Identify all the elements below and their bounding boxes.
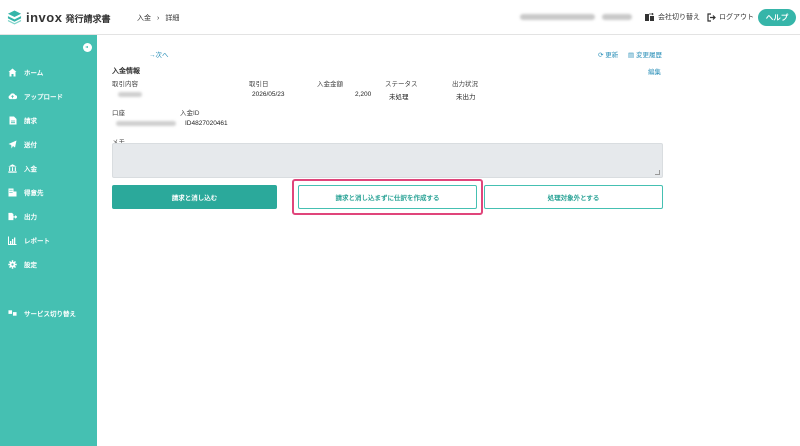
- sidebar-item-settings[interactable]: 設定: [8, 258, 37, 270]
- sidebar-item-label: ホーム: [24, 70, 44, 77]
- building-icon: [8, 188, 17, 197]
- bank-icon: [8, 163, 17, 173]
- next-link[interactable]: →次へ: [149, 49, 169, 59]
- logout-label: ログアウト: [719, 14, 754, 21]
- top-header: invox 発行請求書 入金 › 詳細 会社切り替え ログアウト ヘルプ: [0, 0, 800, 35]
- document-icon: [8, 116, 17, 125]
- highlight-box: [292, 179, 483, 215]
- logout-icon: [707, 12, 716, 22]
- cloud-upload-icon: [8, 92, 17, 101]
- sidebar-item-switch-service[interactable]: サービス切り替え: [8, 307, 76, 319]
- sidebar-item-label: 送付: [24, 142, 37, 149]
- change-history-link[interactable]: ▤ 変更履歴: [628, 49, 662, 59]
- sidebar-item-label: 設定: [24, 262, 37, 269]
- refresh-link[interactable]: ⟳ 更新: [598, 49, 618, 59]
- company-name-redacted: [520, 14, 595, 20]
- sidebar-item-output[interactable]: 出力: [8, 210, 37, 222]
- breadcrumb-detail: 詳細: [165, 15, 180, 22]
- logo[interactable]: invox 発行請求書: [7, 9, 110, 25]
- history-label: 変更履歴: [635, 52, 662, 59]
- chevron-right-icon: ›: [157, 14, 160, 22]
- refresh-icon: ⟳: [598, 52, 604, 59]
- account-value-redacted: [116, 121, 176, 126]
- main-content: [97, 35, 800, 446]
- sidebar: ホーム アップロード 請求 送付 入金 得意先 出力 レポート 設定 サービス切…: [0, 35, 97, 446]
- breadcrumb: 入金 › 詳細: [137, 13, 179, 23]
- switch-icon: [8, 309, 17, 318]
- section-title: 入金情報: [112, 68, 140, 75]
- transaction-content-label: 取引内容: [112, 81, 138, 88]
- output-status-label: 出力状況: [452, 81, 478, 88]
- gear-icon: [8, 259, 17, 269]
- sidebar-item-label: 得意先: [24, 190, 44, 197]
- history-document-icon: ▤: [628, 52, 635, 59]
- user-name-redacted: [602, 14, 632, 20]
- memo-textarea[interactable]: [112, 143, 663, 178]
- sidebar-item-label: サービス切り替え: [24, 311, 76, 318]
- transaction-content-redacted: [118, 92, 142, 97]
- amount-label: 入金金額: [317, 81, 343, 88]
- sidebar-item-label: 出力: [24, 214, 37, 221]
- transaction-date-label: 取引日: [249, 81, 269, 88]
- sidebar-item-payment[interactable]: 入金: [8, 162, 37, 174]
- switch-company-link[interactable]: 会社切り替え: [645, 12, 700, 22]
- export-icon: [8, 212, 17, 221]
- switch-company-label: 会社切り替え: [658, 14, 700, 21]
- help-button[interactable]: ヘルプ: [758, 9, 796, 26]
- collapse-sidebar-icon[interactable]: [83, 43, 92, 52]
- switch-company-icon: [645, 12, 654, 21]
- sidebar-item-home[interactable]: ホーム: [8, 66, 43, 78]
- payment-id-label: 入金ID: [180, 110, 200, 117]
- status-label: ステータス: [385, 81, 418, 88]
- sidebar-item-label: アップロード: [24, 94, 63, 101]
- account-label: 口座: [112, 110, 125, 117]
- reconcile-with-invoice-button[interactable]: 請求と消し込む: [112, 185, 277, 209]
- breadcrumb-payment[interactable]: 入金: [137, 13, 151, 23]
- sidebar-item-invoice[interactable]: 請求: [8, 114, 37, 126]
- amount-value: 2,200: [355, 91, 372, 98]
- logo-mark-icon: [7, 10, 22, 25]
- chart-icon: [8, 236, 17, 245]
- sidebar-item-customers[interactable]: 得意先: [8, 186, 44, 198]
- sidebar-item-report[interactable]: レポート: [8, 234, 50, 246]
- exclude-from-processing-button[interactable]: 処理対象外とする: [484, 185, 663, 209]
- send-icon: [8, 140, 17, 149]
- sidebar-item-upload[interactable]: アップロード: [8, 90, 63, 102]
- home-icon: [8, 68, 17, 77]
- logout-link[interactable]: ログアウト: [707, 12, 754, 22]
- output-status-value: 未出力: [456, 94, 476, 101]
- payment-id-value: ID4827020461: [185, 120, 228, 127]
- refresh-label: 更新: [605, 52, 619, 59]
- edit-link[interactable]: 編集: [648, 66, 661, 76]
- sidebar-item-label: 請求: [24, 118, 37, 125]
- sidebar-item-label: レポート: [24, 238, 50, 245]
- sidebar-item-label: 入金: [24, 166, 37, 173]
- sidebar-item-send[interactable]: 送付: [8, 138, 37, 150]
- logo-subtitle: 発行請求書: [65, 13, 111, 24]
- status-value: 未処理: [389, 94, 409, 101]
- logo-text: invox: [26, 9, 63, 25]
- transaction-date-value: 2026/05/23: [252, 91, 285, 98]
